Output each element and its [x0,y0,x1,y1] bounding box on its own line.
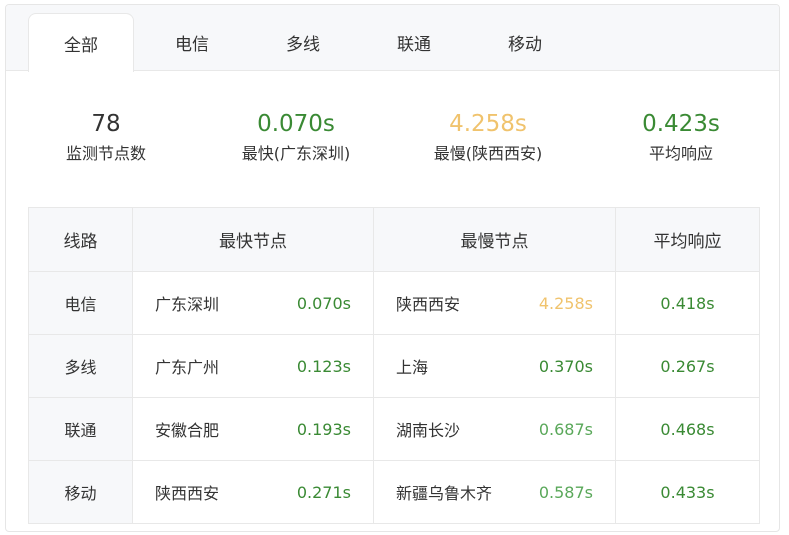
node-time: 0.271s [296,482,351,502]
node-name: 陕西西安 [396,295,461,314]
slowest-node-cell: 陕西西安 4.258s [373,271,616,335]
stat-value: 0.423s [642,111,720,137]
slowest-node-cell: 湖南长沙 0.687s [373,397,616,461]
average-time: 0.468s [615,397,760,461]
slowest-node-cell: 新疆乌鲁木齐 0.587s [373,460,616,524]
average-time: 0.267s [615,334,760,398]
node-name: 陕西西安 [155,484,220,503]
tab-mobile[interactable]: 移动 [472,13,578,71]
stat-value: 0.070s [257,111,335,137]
table-row: 多线 广东广州 0.123s 上海 0.370s 0.267s [28,334,760,398]
stat-label: 平均响应 [648,144,713,163]
table-row: 移动 陕西西安 0.271s 新疆乌鲁木齐 0.587s 0.433s [28,460,760,524]
tab-unicom[interactable]: 联通 [361,13,467,71]
tab-telecom[interactable]: 电信 [139,13,245,71]
line-results-table: 线路 最快节点 最慢节点 平均响应 电信 广东深圳 0.070s 陕西西安 4.… [28,207,760,524]
stat-node-count: 78 监测节点数 [11,109,201,167]
node-time: 0.370s [538,356,593,376]
node-time: 0.587s [538,482,593,502]
header-line: 线路 [28,207,133,272]
node-name: 广东深圳 [155,295,220,314]
line-tab-bar: 全部 电信 多线 联通 移动 [6,5,779,72]
line-name: 移动 [28,460,133,524]
node-name: 安徽合肥 [155,421,220,440]
stat-label: 最快(广东深圳) [241,144,351,163]
fastest-node-cell: 安徽合肥 0.193s [132,397,374,461]
tab-all[interactable]: 全部 [28,13,134,72]
node-time: 0.687s [538,419,593,439]
fastest-node-cell: 广东广州 0.123s [132,334,374,398]
header-fastest-node: 最快节点 [132,207,374,272]
fastest-node-cell: 陕西西安 0.271s [132,460,374,524]
table-header-row: 线路 最快节点 最慢节点 平均响应 [28,207,760,272]
slowest-node-cell: 上海 0.370s [373,334,616,398]
average-time: 0.433s [615,460,760,524]
node-name: 新疆乌鲁木齐 [396,484,493,503]
header-slowest-node: 最慢节点 [373,207,616,272]
node-time: 4.258s [538,293,593,313]
summary-stats: 78 监测节点数 0.070s 最快(广东深圳) 4.258s 最慢(陕西西安)… [6,109,779,179]
speed-test-card: 全部 电信 多线 联通 移动 78 监测节点数 0.070s 最快(广东深圳) … [5,4,780,532]
node-time: 0.193s [296,419,351,439]
tab-multiline[interactable]: 多线 [250,13,356,71]
stat-value: 78 [91,111,121,137]
stat-label: 最慢(陕西西安) [433,144,543,163]
stat-label: 监测节点数 [65,144,146,163]
node-name: 广东广州 [155,358,220,377]
line-name: 联通 [28,397,133,461]
table-row: 电信 广东深圳 0.070s 陕西西安 4.258s 0.418s [28,271,760,335]
node-time: 0.123s [296,356,351,376]
stat-value: 4.258s [449,111,527,137]
stat-fastest: 0.070s 最快(广东深圳) [201,109,391,167]
fastest-node-cell: 广东深圳 0.070s [132,271,374,335]
average-time: 0.418s [615,271,760,335]
line-name: 电信 [28,271,133,335]
line-name: 多线 [28,334,133,398]
stat-average: 0.423s 平均响应 [586,109,776,167]
table-row: 联通 安徽合肥 0.193s 湖南长沙 0.687s 0.468s [28,397,760,461]
header-average: 平均响应 [615,207,760,272]
node-time: 0.070s [296,293,351,313]
node-name: 上海 [396,358,429,377]
node-name: 湖南长沙 [396,421,461,440]
stat-slowest: 4.258s 最慢(陕西西安) [393,109,583,167]
